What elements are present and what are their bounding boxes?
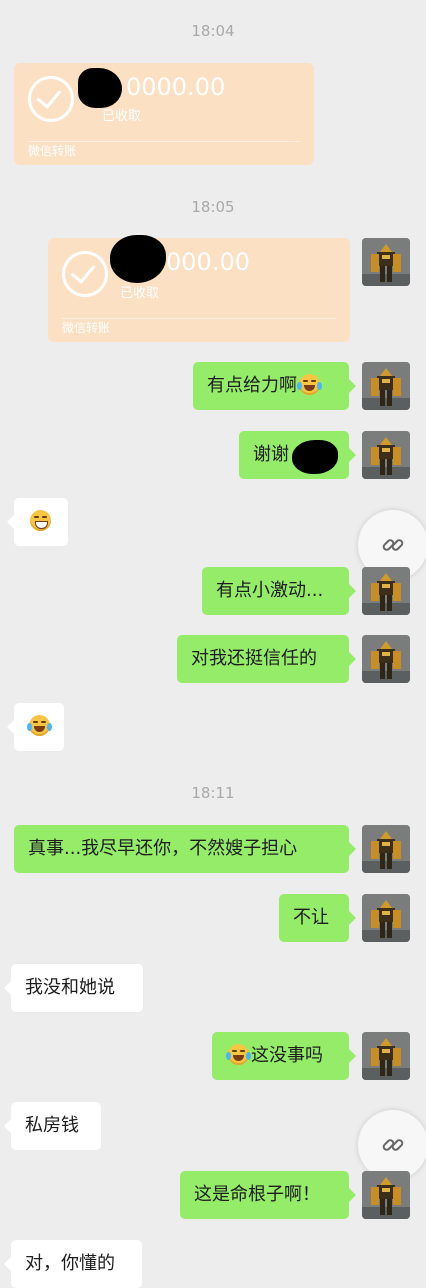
link-button[interactable] <box>358 1110 426 1180</box>
robot-avatar[interactable] <box>362 635 410 683</box>
message-text: 真事...我尽早还你，不然嫂子担心 <box>28 838 298 859</box>
their-message[interactable] <box>7 498 68 546</box>
transfer-status: 已收取 <box>120 286 160 301</box>
transfer-label: 微信转账 <box>62 321 111 335</box>
message-text: 我没和她说 <box>25 977 115 998</box>
my-message[interactable]: 这没事吗 <box>212 1032 356 1080</box>
message-text: 对我还挺信任的 <box>191 648 317 669</box>
redaction-mark <box>292 440 338 474</box>
message-text: 对，你懂的 <box>25 1253 115 1274</box>
timestamp: 18:04 <box>191 22 235 40</box>
my-message[interactable]: 不让 <box>279 894 356 942</box>
my-message[interactable]: 有点小激动... <box>202 567 356 615</box>
redaction-mark <box>78 68 122 108</box>
their-message[interactable]: 我没和她说 <box>4 964 143 1012</box>
timestamp: 18:11 <box>191 784 235 802</box>
robot-avatar[interactable] <box>362 567 410 615</box>
robot-avatar[interactable] <box>362 238 410 286</box>
laugh-cry-emoji <box>27 715 52 736</box>
check-icon <box>28 76 74 122</box>
my-message[interactable]: 真事...我尽早还你，不然嫂子担心 <box>14 825 356 873</box>
my-message[interactable]: 有点给力啊 <box>193 362 356 410</box>
robot-avatar[interactable] <box>362 1032 410 1080</box>
transfer-amount: 0000.00 <box>126 73 226 101</box>
chat-area: 18:04 0000.00 已收取 微信转账 18:05 000.00 已收取 … <box>0 0 426 1288</box>
transfer-label: 微信转账 <box>28 144 77 158</box>
message-text: 这没事吗 <box>251 1045 323 1066</box>
my-message[interactable]: 这是命根子啊！ <box>180 1171 356 1219</box>
laugh-cry-emoji <box>297 374 322 395</box>
link-icon <box>382 1139 404 1151</box>
robot-avatar[interactable] <box>362 431 410 479</box>
their-message[interactable]: 私房钱 <box>4 1102 101 1150</box>
timestamp: 18:05 <box>191 198 235 216</box>
message-text: 这是命根子啊！ <box>194 1184 320 1205</box>
laugh-cry-emoji <box>226 1044 251 1065</box>
their-message[interactable] <box>7 703 64 751</box>
robot-avatar[interactable] <box>362 1171 410 1219</box>
grin-emoji <box>30 510 51 531</box>
my-message[interactable]: 对我还挺信任的 <box>177 635 356 683</box>
link-icon <box>382 539 404 551</box>
transfer-status: 已收取 <box>102 109 142 124</box>
message-text: 不让 <box>293 907 329 928</box>
message-text: 私房钱 <box>25 1115 79 1136</box>
message-text: 谢谢 <box>253 444 289 465</box>
robot-avatar[interactable] <box>362 362 410 410</box>
robot-avatar[interactable] <box>362 825 410 873</box>
robot-avatar[interactable] <box>362 894 410 942</box>
their-message[interactable]: 对，你懂的 <box>4 1240 142 1288</box>
message-text: 有点给力啊 <box>207 375 297 396</box>
transfer-card-sent[interactable]: 000.00 已收取 微信转账 <box>48 238 350 342</box>
check-icon <box>62 251 108 297</box>
transfer-amount: 000.00 <box>166 248 250 276</box>
transfer-card-received[interactable]: 0000.00 已收取 微信转账 <box>14 63 314 165</box>
message-text: 有点小激动... <box>216 580 324 601</box>
